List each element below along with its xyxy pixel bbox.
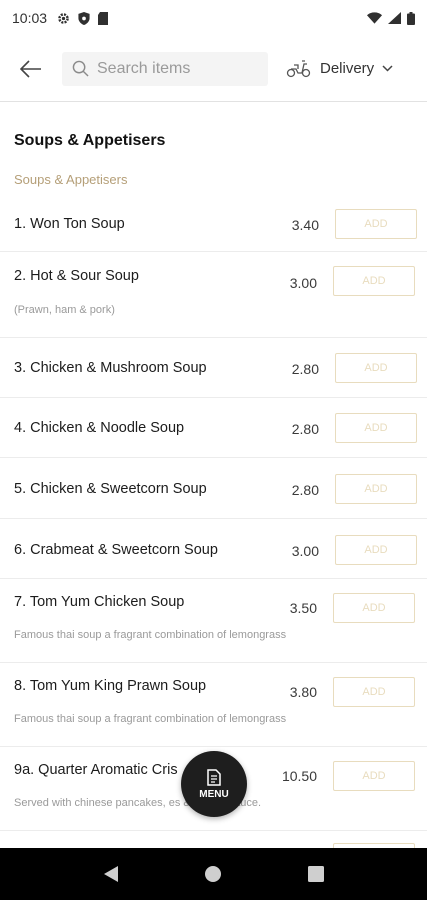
delivery-dropdown[interactable]: Delivery bbox=[286, 59, 393, 78]
item-price: 3.00 bbox=[289, 275, 317, 291]
add-button[interactable]: ADD bbox=[335, 209, 417, 239]
system-nav-bar bbox=[0, 848, 427, 900]
menu-item: 6. Crabmeat & Sweetcorn Soup 3.00 ADD bbox=[0, 519, 427, 579]
sim-card-icon bbox=[98, 11, 109, 25]
add-button[interactable]: ADD bbox=[333, 677, 415, 707]
menu-item: 8. Tom Yum King Prawn Soup Famous thai s… bbox=[0, 663, 427, 747]
item-price: 2.80 bbox=[291, 421, 319, 437]
menu-item: 3. Chicken & Mushroom Soup 2.80 ADD bbox=[0, 338, 427, 398]
scooter-icon bbox=[286, 59, 311, 77]
nav-back-icon[interactable] bbox=[103, 865, 119, 883]
menu-content: Soups & Appetisers Soups & Appetisers 1.… bbox=[0, 102, 427, 848]
item-description: Famous thai soup a fragrant combination … bbox=[14, 629, 287, 641]
cellular-signal-icon bbox=[388, 12, 401, 24]
menu-item: 4. Chicken & Noodle Soup 2.80 ADD bbox=[0, 398, 427, 458]
status-time: 10:03 bbox=[12, 10, 48, 26]
arrow-left-icon bbox=[20, 59, 41, 78]
shield-icon bbox=[78, 11, 90, 25]
menu-item-partial bbox=[0, 831, 427, 848]
menu-item: 5. Chicken & Sweetcorn Soup 2.80 ADD bbox=[0, 458, 427, 519]
wifi-icon bbox=[367, 12, 382, 24]
item-description: (Prawn, ham & pork) bbox=[14, 304, 115, 316]
status-bar: 10:03 bbox=[0, 0, 427, 36]
document-icon bbox=[207, 768, 221, 786]
menu-item: 1. Won Ton Soup 3.40 ADD bbox=[0, 198, 427, 252]
item-price: 3.40 bbox=[291, 217, 319, 233]
item-name: 5. Chicken & Sweetcorn Soup bbox=[14, 481, 207, 497]
battery-icon bbox=[407, 11, 415, 25]
add-button[interactable]: ADD bbox=[335, 535, 417, 565]
add-button[interactable]: ADD bbox=[335, 353, 417, 383]
add-button[interactable]: ADD bbox=[335, 413, 417, 443]
search-input[interactable] bbox=[97, 59, 257, 78]
section-title: Soups & Appetisers bbox=[14, 132, 166, 149]
item-price: 2.80 bbox=[291, 361, 319, 377]
nav-home-icon[interactable] bbox=[204, 865, 222, 883]
status-icons-right bbox=[367, 11, 415, 25]
menu-fab-button[interactable]: MENU bbox=[181, 751, 247, 817]
item-price: 3.50 bbox=[289, 600, 317, 616]
chevron-down-icon bbox=[382, 65, 393, 72]
item-price: 3.80 bbox=[289, 684, 317, 700]
add-button[interactable]: ADD bbox=[333, 266, 415, 296]
gear-icon bbox=[58, 12, 69, 24]
delivery-label: Delivery bbox=[320, 60, 375, 77]
add-button[interactable]: ADD bbox=[333, 593, 415, 623]
app-header: Delivery bbox=[0, 36, 427, 102]
menu-fab-label: MENU bbox=[199, 788, 229, 800]
search-icon bbox=[72, 60, 89, 77]
category-subtitle: Soups & Appetisers bbox=[14, 172, 128, 187]
item-name: 7. Tom Yum Chicken Soup bbox=[14, 594, 185, 610]
search-box[interactable] bbox=[62, 51, 268, 86]
menu-item: 2. Hot & Sour Soup (Prawn, ham & pork) 3… bbox=[0, 252, 427, 338]
item-price: 10.50 bbox=[281, 768, 317, 784]
item-name: 8. Tom Yum King Prawn Soup bbox=[14, 678, 207, 694]
item-description: Famous thai soup a fragrant combination … bbox=[14, 713, 287, 725]
back-button[interactable] bbox=[0, 36, 62, 102]
item-name: 9a. Quarter Aromatic Cris bbox=[14, 762, 178, 778]
add-button[interactable]: ADD bbox=[335, 474, 417, 504]
menu-item: 7. Tom Yum Chicken Soup Famous thai soup… bbox=[0, 579, 427, 663]
item-name: 2. Hot & Sour Soup bbox=[14, 268, 139, 284]
item-price: 2.80 bbox=[291, 482, 319, 498]
item-name: 6. Crabmeat & Sweetcorn Soup bbox=[14, 542, 218, 558]
item-name: 4. Chicken & Noodle Soup bbox=[14, 420, 185, 436]
add-button[interactable]: ADD bbox=[333, 761, 415, 791]
status-icons-left bbox=[57, 11, 109, 25]
item-name: 3. Chicken & Mushroom Soup bbox=[14, 360, 207, 376]
item-name: 1. Won Ton Soup bbox=[14, 216, 125, 232]
item-price: 3.00 bbox=[291, 543, 319, 559]
nav-recents-icon[interactable] bbox=[308, 866, 325, 882]
